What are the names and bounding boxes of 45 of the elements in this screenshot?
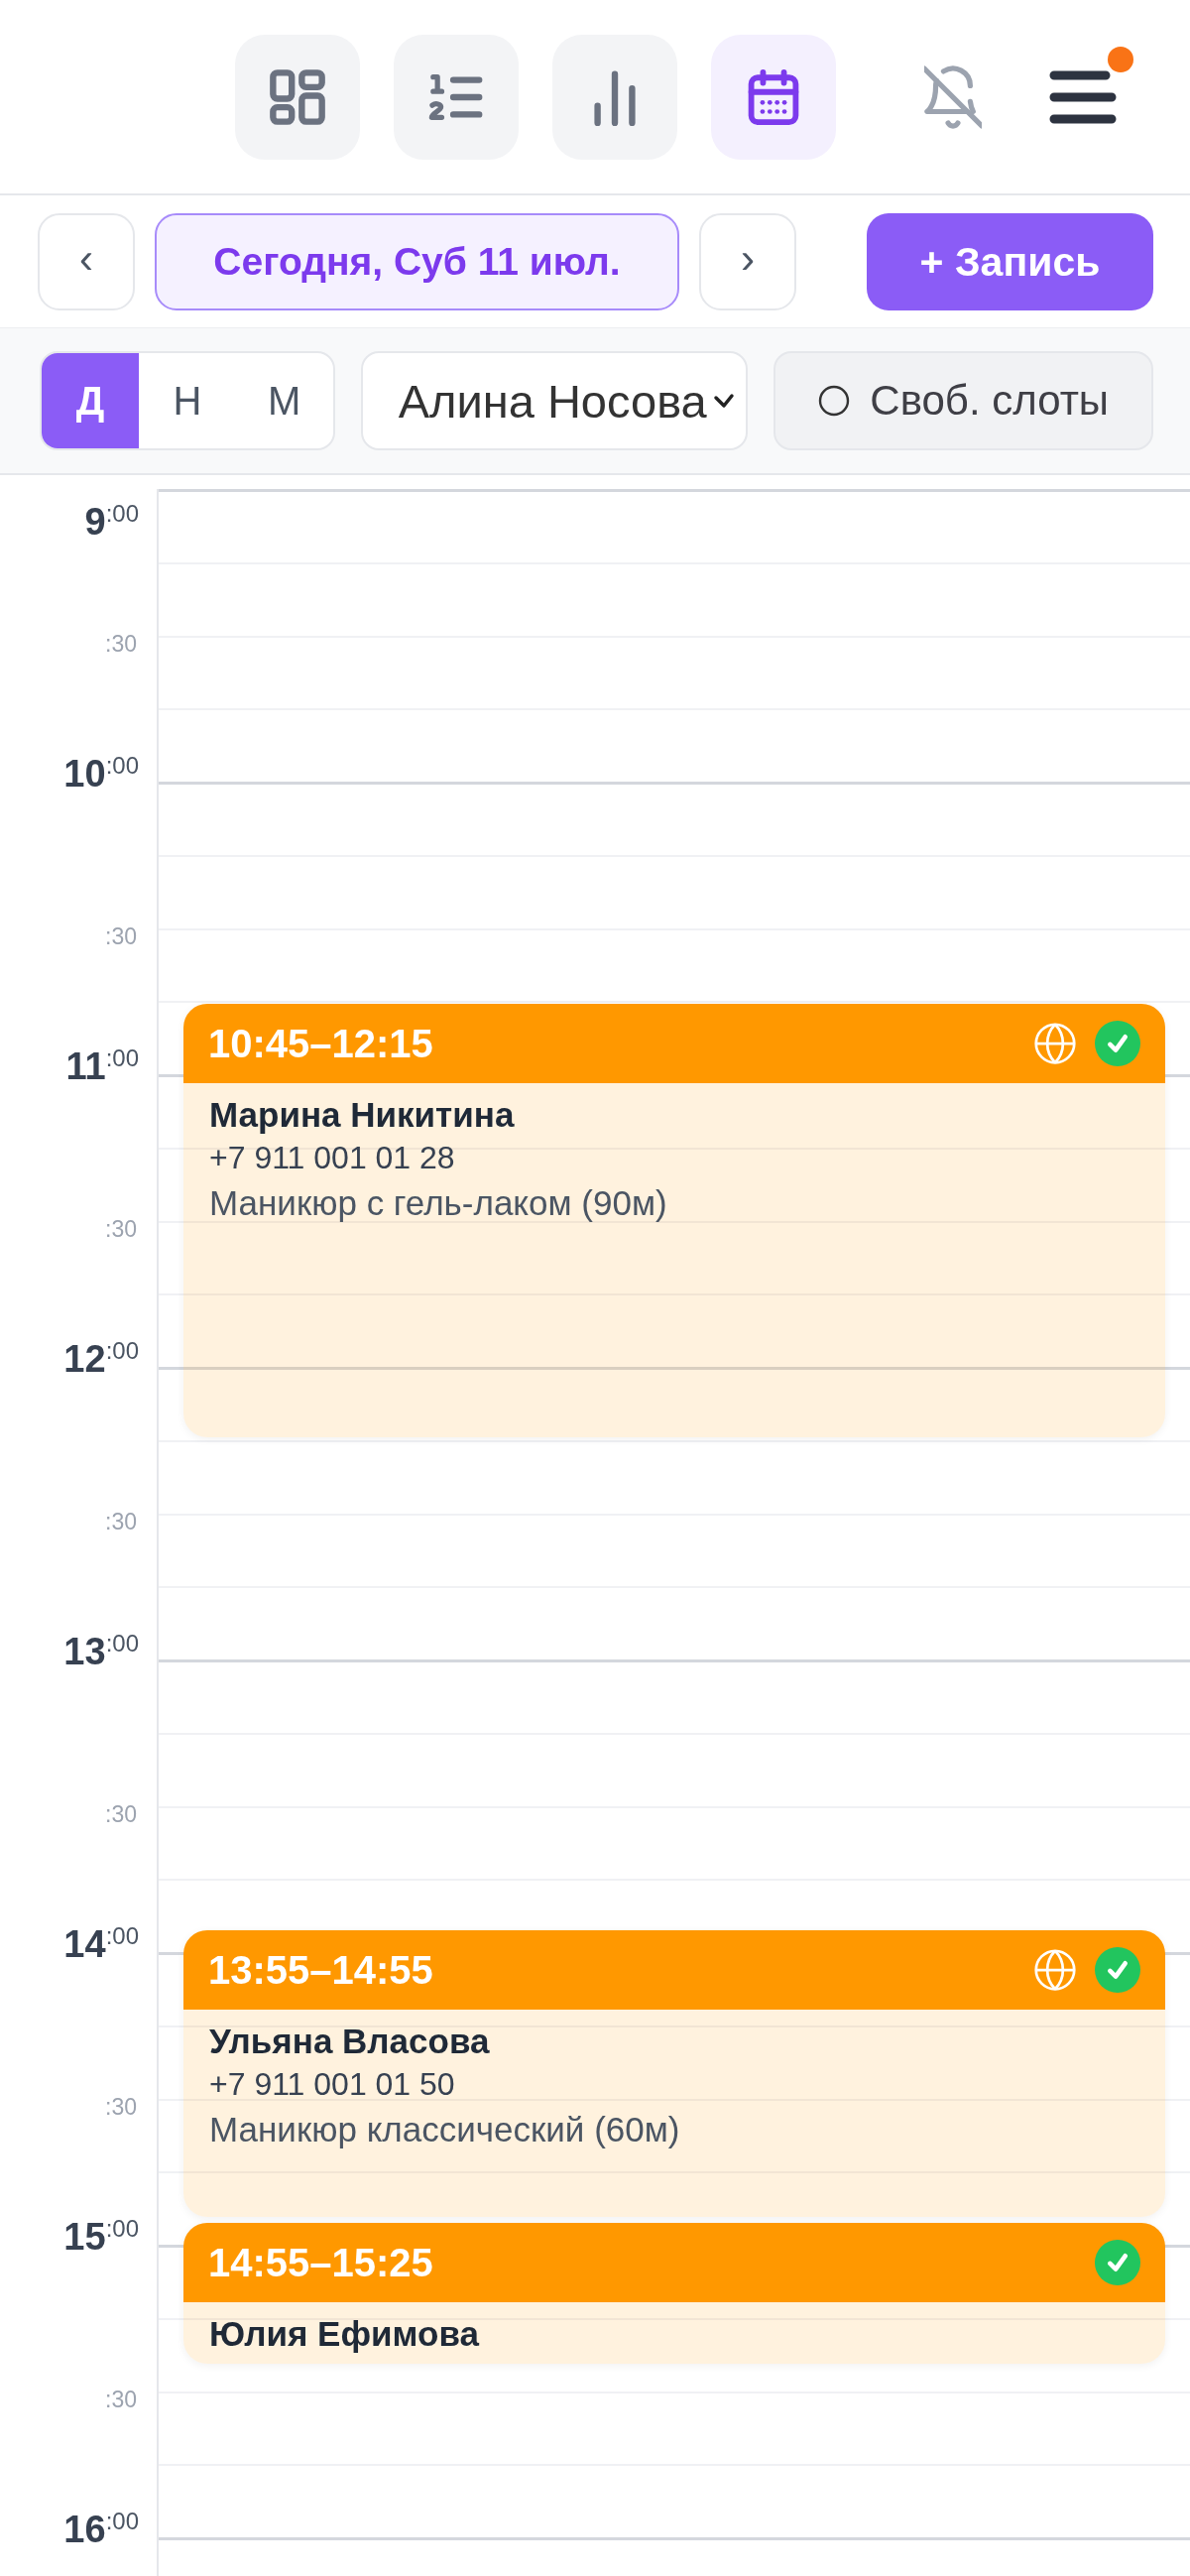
- previous-day-button[interactable]: ‹: [38, 213, 135, 310]
- next-day-button[interactable]: ›: [699, 213, 796, 310]
- view-mode-tab[interactable]: М: [235, 353, 333, 448]
- nav-tab[interactable]: [394, 34, 519, 160]
- client-phone: +7 911 001 01 28: [209, 1139, 456, 1178]
- hour-label: 16$^{:00}$: [62, 2507, 139, 2552]
- staff-select[interactable]: Алина Носова: [360, 351, 749, 450]
- client-name: Ульяна Власова: [209, 2021, 491, 2063]
- half-hour-label: :30: [104, 1507, 137, 1535]
- half-hour-label: :30: [104, 921, 137, 950]
- nav-tab[interactable]: [235, 34, 360, 160]
- hour-label: 9$^{:00}$: [83, 499, 139, 545]
- view-mode-tab[interactable]: Д: [42, 353, 139, 448]
- half-hour-label: :30: [104, 1799, 137, 1828]
- half-hour-label: :30: [104, 629, 137, 658]
- half-hour-label: :30: [104, 2092, 137, 2121]
- chevron-down-icon: [712, 393, 735, 409]
- hour-label: 14$^{:00}$: [62, 1921, 139, 1967]
- nav-tab[interactable]: [552, 34, 677, 160]
- appointment-time: 14:55–15:25: [208, 2240, 434, 2285]
- appointment-card[interactable]: 10:45–12:15 Марина Никитина +7 911 001 01 28 Маникюр с гель-лаком (90м): [183, 1004, 1165, 1437]
- client-phone: +7 911 001 01 50: [209, 2065, 456, 2105]
- hour-label: 10$^{:00}$: [62, 751, 139, 797]
- bell-off-icon[interactable]: [924, 64, 982, 129]
- client-name: Юлия Ефимова: [209, 2313, 481, 2356]
- nav-tab[interactable]: [711, 34, 836, 160]
- service-name: Маникюр классический (60м): [209, 2109, 681, 2151]
- hour-label: 15$^{:00}$: [62, 2214, 139, 2260]
- service-name: Маникюр с гель-лаком (90м): [209, 1182, 668, 1225]
- hour-label: 13$^{:00}$: [62, 1629, 139, 1674]
- hour-label: 12$^{:00}$: [62, 1336, 139, 1382]
- appointment-time: 13:55–14:55: [208, 1947, 434, 1993]
- grid-icon: [269, 67, 326, 126]
- half-hour-label: :30: [104, 2385, 137, 2413]
- free-slots-toggle[interactable]: Своб. слоты: [774, 351, 1153, 450]
- appointment-card[interactable]: 13:55–14:55 Ульяна Власова +7 911 001 01 50 Маникюр классический (60м): [183, 1930, 1165, 2218]
- half-hour-label: :30: [104, 1214, 137, 1243]
- date-button[interactable]: Сегодня, Суб 11 июл.: [155, 213, 679, 310]
- client-name: Марина Никитина: [209, 1094, 516, 1137]
- add-appointment-button[interactable]: + Запись: [867, 213, 1153, 310]
- view-mode-tab[interactable]: Н: [138, 353, 236, 448]
- appointment-card[interactable]: 14:55–15:25 Юлия Ефимова: [183, 2223, 1165, 2364]
- menu-icon[interactable]: [1049, 68, 1117, 125]
- hour-label: 11$^{:00}$: [64, 1043, 139, 1089]
- appointment-time: 10:45–12:15: [208, 1021, 434, 1066]
